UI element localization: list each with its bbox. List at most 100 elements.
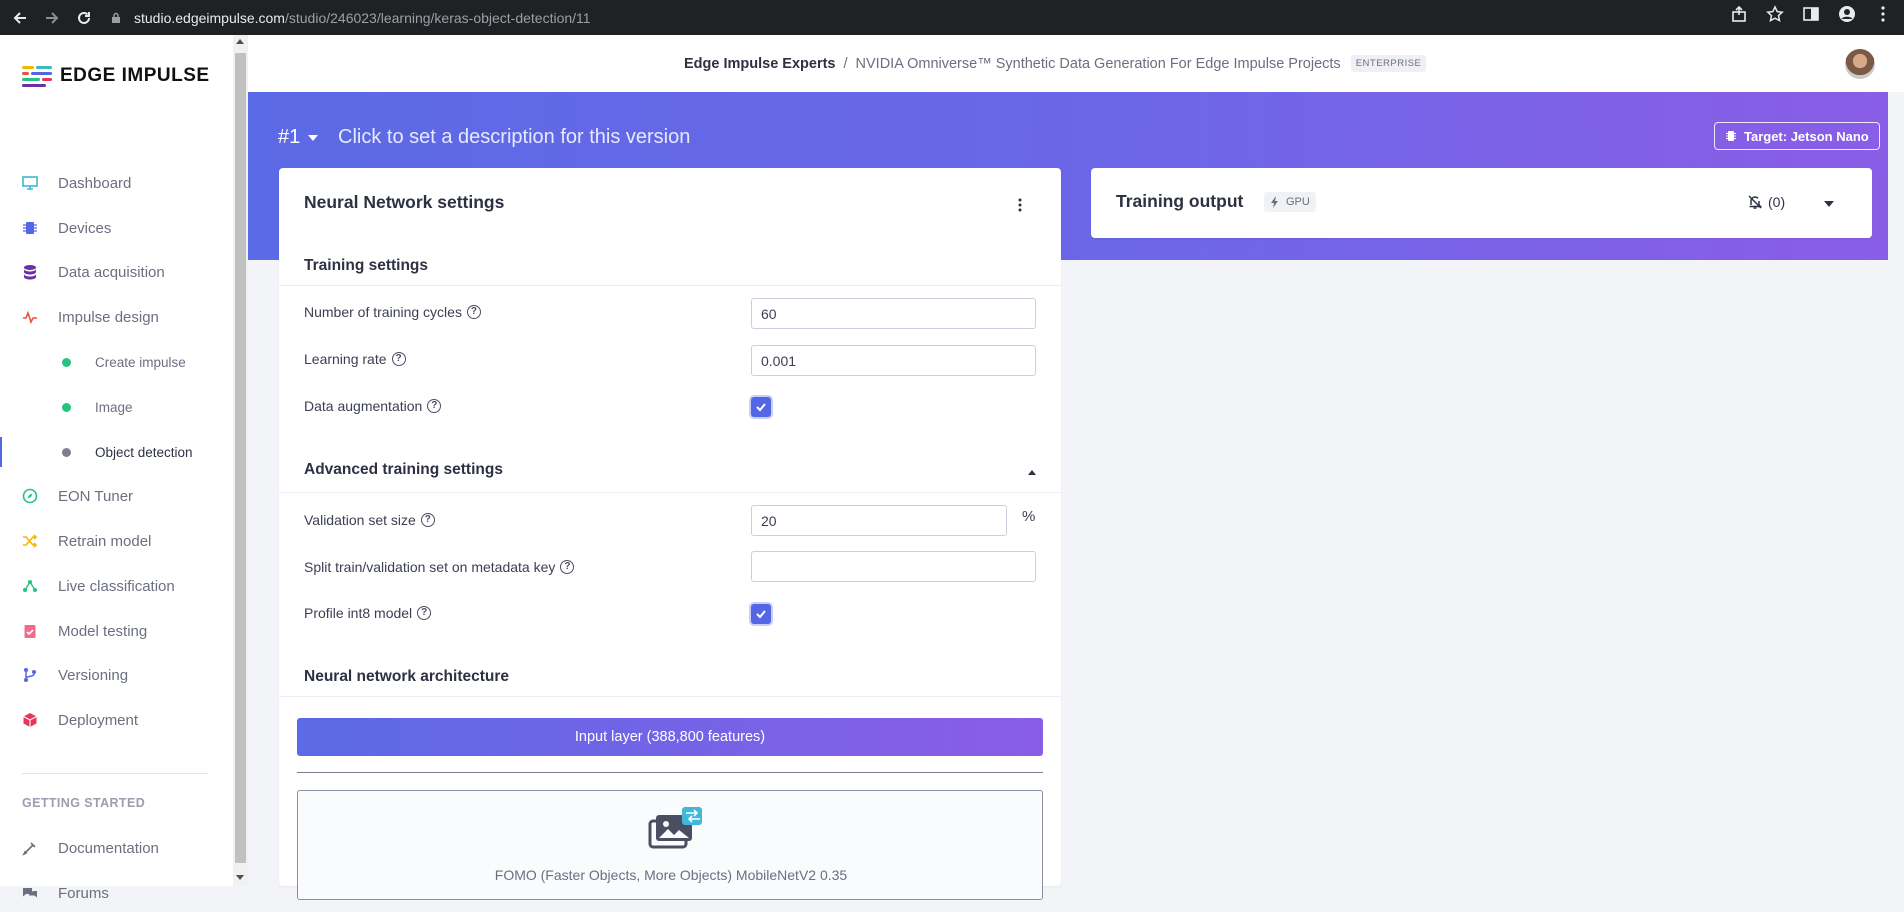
status-dot (62, 357, 71, 367)
target-device-button[interactable]: Target: Jetson Nano (1714, 122, 1880, 150)
sidebar-item-label: Retrain model (58, 532, 152, 550)
enterprise-badge: ENTERPRISE (1350, 55, 1427, 72)
comments-icon (22, 885, 38, 901)
help-icon[interactable]: ? (427, 399, 442, 413)
more-options-icon[interactable] (1018, 198, 1022, 212)
field-label-text: Learning rate (304, 351, 387, 367)
percent-unit: % (1022, 508, 1036, 525)
sidebar-item-forums[interactable]: Forums (0, 874, 233, 912)
sidebar-section-heading: GETTING STARTED (22, 796, 146, 810)
profile-int8-checkbox[interactable] (751, 604, 771, 624)
collapse-caret-icon[interactable] (1028, 470, 1036, 475)
data-augmentation-checkbox[interactable] (751, 397, 771, 417)
menu-dots-icon[interactable] (1874, 5, 1892, 23)
caret-down-icon[interactable] (1824, 201, 1834, 207)
back-icon[interactable] (8, 6, 32, 30)
compass-icon (22, 488, 38, 504)
card-title: Neural Network settings (304, 192, 505, 212)
sidebar-item-label: Deployment (58, 711, 139, 729)
sidebar-item-label: Forums (58, 884, 109, 902)
logo-text: EDGE IMPULSE (60, 65, 210, 86)
sidebar-subitem-object-detection[interactable]: Object detection (0, 433, 233, 471)
sidebar-item-versioning[interactable]: Versioning (0, 656, 233, 694)
sidebar-scrollbar[interactable] (233, 35, 248, 886)
version-number: #1 (278, 126, 301, 148)
learning-rate-input[interactable]: 0.001 (751, 345, 1036, 376)
pulse-icon (22, 309, 38, 325)
sidebar-item-retrain-model[interactable]: Retrain model (0, 522, 233, 560)
breadcrumb-project[interactable]: NVIDIA Omniverse™ Synthetic Data Generat… (856, 56, 1341, 72)
images-icon (648, 807, 702, 849)
chip-icon (1726, 131, 1736, 141)
sidebar-item-documentation[interactable]: Documentation (0, 829, 233, 867)
target-device-label: Target: Jetson Nano (1744, 128, 1869, 144)
graph-icon (22, 578, 38, 594)
training-cycles-input[interactable]: 60 (751, 298, 1036, 329)
bookmark-star-icon[interactable] (1766, 5, 1784, 23)
sidebar-divider (22, 773, 208, 774)
split-metadata-key-label: Split train/validation set on metadata k… (304, 559, 575, 575)
sidebar-subitem-image[interactable]: Image (0, 388, 233, 426)
validation-set-size-label: Validation set size? (304, 512, 435, 528)
version-selector[interactable]: #1 (278, 126, 319, 149)
sidebar-item-data-acquisition[interactable]: Data acquisition (0, 253, 233, 291)
sidebar-item-eon-tuner[interactable]: EON Tuner (0, 477, 233, 515)
logo-mark-icon (22, 64, 54, 88)
sidebar: EDGE IMPULSE Dashboard Devices Data acqu… (0, 35, 235, 902)
avatar[interactable] (1845, 49, 1875, 79)
profile-int8-label: Profile int8 model? (304, 605, 432, 621)
sidebar-item-label: Impulse design (58, 308, 159, 326)
sidebar-item-dashboard[interactable]: Dashboard (0, 164, 233, 202)
scrollbar-thumb[interactable] (235, 53, 246, 863)
sidebar-item-model-testing[interactable]: Model testing (0, 612, 233, 650)
database-icon (22, 264, 38, 280)
reload-icon[interactable] (72, 6, 96, 30)
help-icon[interactable]: ? (391, 352, 406, 366)
main-scrollbar[interactable] (1888, 92, 1904, 886)
version-description[interactable]: Click to set a description for this vers… (338, 126, 690, 149)
sidebar-item-impulse-design[interactable]: Impulse design (0, 298, 233, 336)
side-panel-icon[interactable] (1802, 5, 1820, 23)
sidebar-item-devices[interactable]: Devices (0, 209, 233, 247)
share-icon[interactable] (1730, 5, 1748, 23)
sidebar-subitem-label: Object detection (95, 444, 193, 460)
section-divider (279, 285, 1061, 286)
status-dot (62, 402, 71, 412)
field-label-text: Split train/validation set on metadata k… (304, 559, 556, 575)
section-divider (279, 492, 1061, 493)
forward-icon[interactable] (40, 6, 64, 30)
architecture-divider (297, 772, 1043, 773)
scroll-up-icon[interactable] (236, 39, 244, 44)
profile-icon[interactable] (1838, 5, 1856, 23)
clipboard-check-icon (22, 623, 38, 639)
address-bar[interactable]: studio.edgeimpulse.com/studio/246023/lea… (110, 5, 1780, 30)
input-layer-block[interactable]: Input layer (388,800 features) (297, 718, 1043, 756)
sidebar-item-label: Model testing (58, 622, 148, 640)
split-metadata-key-input[interactable] (751, 551, 1036, 582)
scroll-down-icon[interactable] (236, 875, 244, 880)
learning-rate-label: Learning rate? (304, 351, 406, 367)
cube-icon (22, 712, 38, 728)
help-icon[interactable]: ? (466, 305, 481, 319)
doc-icon (22, 840, 38, 856)
sidebar-item-label: Live classification (58, 577, 175, 595)
breadcrumb: Edge Impulse Experts / NVIDIA Omniverse™… (684, 55, 1427, 72)
help-icon[interactable]: ? (420, 513, 435, 527)
help-icon[interactable]: ? (417, 606, 432, 620)
logo[interactable]: EDGE IMPULSE (22, 64, 210, 88)
validation-set-size-input[interactable]: 20 (751, 505, 1007, 536)
training-cycles-label: Number of training cycles? (304, 304, 481, 320)
card-title: Training output (1116, 191, 1244, 211)
sidebar-subitem-create-impulse[interactable]: Create impulse (0, 343, 233, 381)
monitor-icon (22, 175, 38, 191)
sidebar-item-deployment[interactable]: Deployment (0, 701, 233, 739)
sidebar-item-label: Versioning (58, 666, 129, 684)
sidebar-item-live-classification[interactable]: Live classification (0, 567, 233, 605)
breadcrumb-organization[interactable]: Edge Impulse Experts (684, 56, 836, 72)
model-block[interactable]: FOMO (Faster Objects, More Objects) Mobi… (297, 790, 1043, 900)
notifications-count: (0) (1768, 194, 1786, 210)
notifications-toggle[interactable]: (0) (1747, 194, 1785, 210)
sidebar-subitem-label: Create impulse (95, 354, 186, 370)
gpu-badge-label: GPU (1286, 196, 1310, 208)
help-icon[interactable]: ? (560, 560, 575, 574)
